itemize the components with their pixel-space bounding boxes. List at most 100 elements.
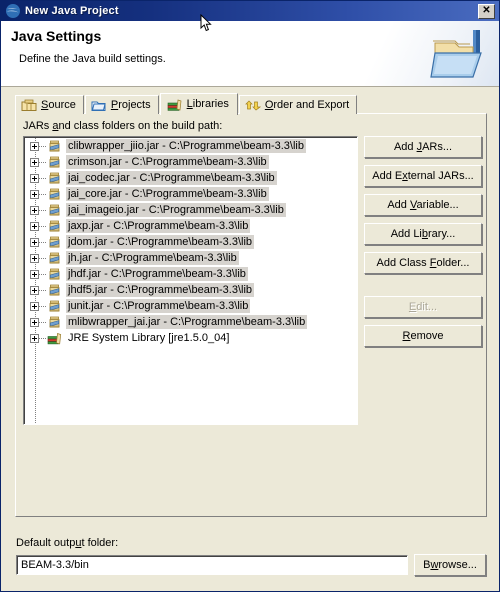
jar-icon <box>47 299 63 314</box>
expand-plus-icon[interactable] <box>30 221 39 231</box>
expand-plus-icon[interactable] <box>30 301 39 311</box>
jar-icon <box>47 155 63 170</box>
tree-row-label: jai_core.jar - C:\Programme\beam-3.3\lib <box>66 187 269 201</box>
expand-plus-icon[interactable] <box>30 317 39 327</box>
add-jars-button[interactable]: Add JARs... <box>364 136 482 158</box>
tree-connector-line <box>39 193 47 195</box>
tree-row[interactable]: jai_codec.jar - C:\Programme\beam-3.3\li… <box>25 170 357 186</box>
jar-icon <box>47 171 63 186</box>
button-group-gap <box>364 281 482 296</box>
tab-libraries-label: Libraries <box>186 98 229 110</box>
close-icon[interactable]: ✕ <box>478 3 495 19</box>
add-class-folder-button[interactable]: Add Class Folder... <box>364 252 482 274</box>
tree-row-label: clibwrapper_jiio.jar - C:\Programme\beam… <box>66 139 306 153</box>
expand-plus-icon[interactable] <box>30 173 39 183</box>
default-output-folder-label: Default output folder: <box>16 537 118 549</box>
new-java-project-dialog: New Java Project ✕ Java Settings Define … <box>0 0 500 592</box>
tree-row[interactable]: junit.jar - C:\Programme\beam-3.3\lib <box>25 298 357 314</box>
tab-libraries[interactable]: Libraries <box>159 93 238 115</box>
expand-plus-icon[interactable] <box>30 253 39 263</box>
green-books-icon <box>167 97 183 112</box>
expand-plus-icon[interactable] <box>30 269 39 279</box>
tree-connector-line <box>39 177 47 179</box>
jar-icon <box>47 235 63 250</box>
tree-row-label: mlibwrapper_jai.jar - C:\Programme\beam-… <box>66 315 308 329</box>
build-path-tree-inner[interactable]: clibwrapper_jiio.jar - C:\Programme\beam… <box>24 137 357 424</box>
jar-icon <box>47 251 63 266</box>
tree-connector-line <box>39 161 47 163</box>
page-subtitle: Define the Java build settings. <box>19 53 166 65</box>
tree-row-label: jai_codec.jar - C:\Programme\beam-3.3\li… <box>66 171 277 185</box>
tab-projects[interactable]: Projects <box>84 95 159 114</box>
tree-connector-line <box>39 289 47 291</box>
expand-plus-icon[interactable] <box>30 189 39 199</box>
out-label-post: t folder: <box>81 537 119 549</box>
jar-icon <box>47 283 63 298</box>
title-bar[interactable]: New Java Project ✕ <box>1 1 499 21</box>
swap-arrows-icon <box>244 98 261 113</box>
default-output-folder-input[interactable]: BEAM-3.3/bin <box>16 555 408 575</box>
tree-row-label: jh.jar - C:\Programme\beam-3.3\lib <box>66 251 239 265</box>
tree-row-label: jhdf5.jar - C:\Programme\beam-3.3\lib <box>66 283 255 297</box>
tree-connector-line <box>39 337 47 339</box>
list-caption-post: nd class folders on the build path: <box>58 120 223 132</box>
jar-icon <box>47 139 63 154</box>
eclipse-java-icon <box>5 3 21 19</box>
out-label-pre: Default outp <box>16 537 76 549</box>
tree-connector-line <box>39 273 47 275</box>
tree-row-label: jaxp.jar - C:\Programme\beam-3.3\lib <box>66 219 251 233</box>
tree-connector-line <box>39 241 47 243</box>
expand-plus-icon[interactable] <box>30 205 39 215</box>
expand-plus-icon[interactable] <box>30 285 39 295</box>
tree-row-label: jai_imageio.jar - C:\Programme\beam-3.3\… <box>66 203 286 217</box>
tree-connector-line <box>39 321 47 323</box>
page-title: Java Settings <box>11 28 102 44</box>
tree-row-label: crimson.jar - C:\Programme\beam-3.3\lib <box>66 155 269 169</box>
tree-row[interactable]: JRE System Library [jre1.5.0_04] <box>25 330 357 346</box>
tree-row[interactable]: jh.jar - C:\Programme\beam-3.3\lib <box>25 250 357 266</box>
add-external-jars-button[interactable]: Add External JARs... <box>364 165 482 187</box>
expand-plus-icon[interactable] <box>30 333 39 343</box>
browse-mnemonic: w <box>430 559 439 571</box>
tree-row[interactable]: jdom.jar - C:\Programme\beam-3.3\lib <box>25 234 357 250</box>
list-caption: JARs and class folders on the build path… <box>23 120 222 132</box>
tree-row[interactable]: jai_imageio.jar - C:\Programme\beam-3.3\… <box>25 202 357 218</box>
edit-button: Edit... <box>364 296 482 318</box>
jar-icon <box>47 203 63 218</box>
tree-row[interactable]: jai_core.jar - C:\Programme\beam-3.3\lib <box>25 186 357 202</box>
screen: New Java Project ✕ Java Settings Define … <box>0 0 500 592</box>
tab-source[interactable]: Source <box>15 95 84 114</box>
libraries-tab-panel: JARs and class folders on the build path… <box>15 113 487 517</box>
tree-rows: clibwrapper_jiio.jar - C:\Programme\beam… <box>25 138 357 346</box>
remove-button[interactable]: Remove <box>364 325 482 347</box>
expand-plus-icon[interactable] <box>30 141 39 151</box>
tab-projects-label: Projects <box>110 99 151 111</box>
add-variable-button[interactable]: Add Variable... <box>364 194 482 216</box>
tree-row[interactable]: jaxp.jar - C:\Programme\beam-3.3\lib <box>25 218 357 234</box>
expand-plus-icon[interactable] <box>30 157 39 167</box>
wizard-body: Source Projects Libraries Order and Expo… <box>1 87 499 591</box>
tree-row[interactable]: crimson.jar - C:\Programme\beam-3.3\lib <box>25 154 357 170</box>
build-path-tree[interactable]: clibwrapper_jiio.jar - C:\Programme\beam… <box>23 136 358 425</box>
jar-icon <box>47 267 63 282</box>
expand-plus-icon[interactable] <box>30 237 39 247</box>
browse-button[interactable]: Bwrowse... <box>414 554 486 576</box>
tree-row[interactable]: jhdf.jar - C:\Programme\beam-3.3\lib <box>25 266 357 282</box>
tree-row-label: jhdf.jar - C:\Programme\beam-3.3\lib <box>66 267 248 281</box>
tree-row[interactable]: jhdf5.jar - C:\Programme\beam-3.3\lib <box>25 282 357 298</box>
tree-connector-line <box>39 209 47 211</box>
jar-icon <box>47 187 63 202</box>
tab-order-and-export[interactable]: Order and Export <box>238 95 358 114</box>
tree-row[interactable]: mlibwrapper_jai.jar - C:\Programme\beam-… <box>25 314 357 330</box>
window-title: New Java Project <box>25 5 119 17</box>
tab-source-label: Source <box>41 99 76 111</box>
list-caption-pre: JARs <box>23 120 53 132</box>
default-output-folder-value[interactable]: BEAM-3.3/bin <box>17 556 407 574</box>
jar-icon <box>47 219 63 234</box>
tree-row-label: JRE System Library [jre1.5.0_04] <box>68 332 230 344</box>
tree-row[interactable]: clibwrapper_jiio.jar - C:\Programme\beam… <box>25 138 357 154</box>
wizard-header: Java Settings Define the Java build sett… <box>1 21 499 87</box>
add-library-button[interactable]: Add Library... <box>364 223 482 245</box>
tab-order-and-export-label: Order and Export <box>264 99 350 111</box>
jar-icon <box>47 315 63 330</box>
